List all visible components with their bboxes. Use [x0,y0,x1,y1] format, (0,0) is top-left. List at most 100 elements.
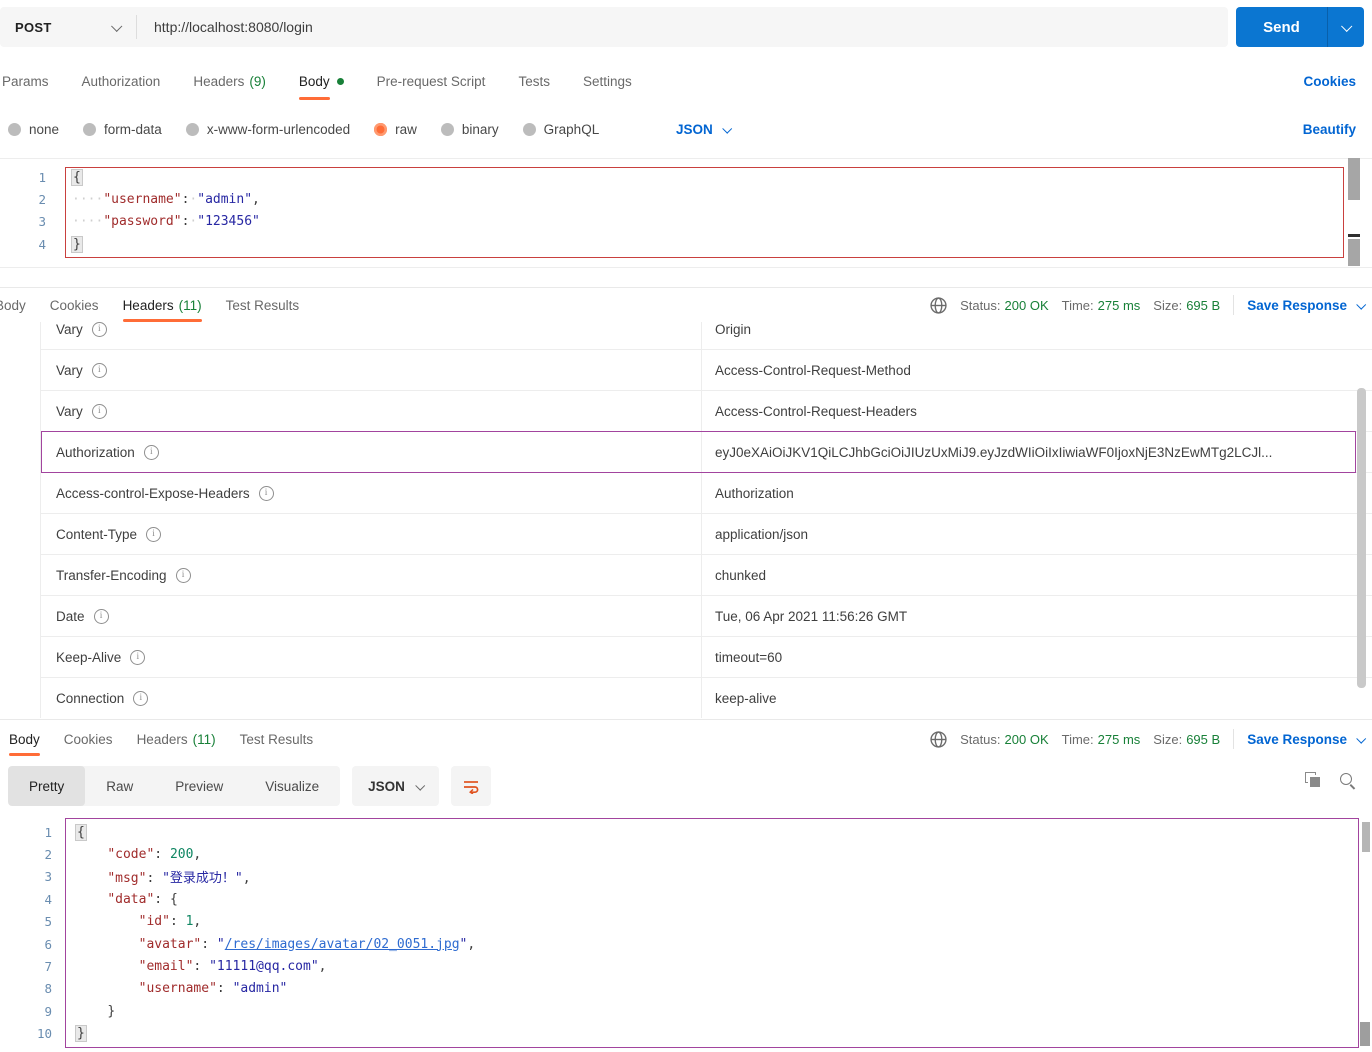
body-type-graphql[interactable]: GraphQL [522,122,599,137]
info-icon[interactable]: i [146,526,162,542]
send-options-button[interactable] [1328,20,1364,32]
radio-icon [83,122,97,136]
code-line: 8 "username": "admin" [0,978,1372,1000]
code-line: 5 "id": 1, [0,911,1372,933]
divider [1233,729,1235,749]
tab-test-results[interactable]: Test Results [226,288,300,322]
code-line: 2 "code": 200, [0,843,1372,865]
status-value: Status: 200 OK [960,297,1049,313]
code-line: 1{ [0,166,1372,188]
header-value: Access-Control-Request-Method [701,350,1372,390]
info-icon[interactable]: i [91,403,107,419]
tab-settings[interactable]: Settings [583,62,632,100]
code-line: 9 } [0,1000,1372,1022]
header-value: Access-Control-Request-Headers [701,391,1372,431]
send-label: Send [1263,18,1300,36]
line-number: 4 [44,891,52,907]
radio-icon [440,122,454,136]
wrap-lines-button[interactable] [450,766,491,806]
body-type-x-www-form-urlencoded[interactable]: x-www-form-urlencoded [185,122,350,137]
tab-tests[interactable]: Tests [518,62,550,100]
header-row: Vary i Access-Control-Request-Method [41,350,1372,391]
tab-pre-request-script[interactable]: Pre-request Script [377,62,486,100]
url-field: POST [0,7,1228,47]
header-row: Keep-Alive i timeout=60 [41,637,1372,678]
tab-headers[interactable]: Headers (11) [137,722,216,756]
url-input[interactable] [137,7,1228,47]
info-icon[interactable]: i [91,362,107,378]
wrap-lines-icon [463,781,479,794]
line-number: 4 [38,236,46,252]
response-view-toolbar: Pretty Raw Preview Visualize JSON [8,766,491,806]
info-icon[interactable]: i [133,690,149,706]
tab-cookies[interactable]: Cookies [64,722,113,756]
time-value: Time: 275 ms [1061,731,1141,747]
copy-icon[interactable] [1305,772,1323,790]
tab-authorization[interactable]: Authorization [82,62,161,100]
header-key: Vary i [41,322,701,337]
header-row: Content-Type i application/json [41,514,1372,555]
radio-icon [8,122,21,136]
header-row: Authorization i eyJ0eXAiOiJKV1QiLCJhbGciOi… [41,431,1372,473]
header-value: eyJ0eXAiOiJKV1QiLCJhbGciOiJIUzUxMiJ9.eyJ… [701,432,1372,472]
size-value: Size: 695 B [1153,731,1221,747]
response-body-editor[interactable]: 1{2 "code": 200, 3 "msg": "登录成功！", 4 "data… [0,815,1372,1052]
header-row: Access-control-Expose-Headers i Authorizat… [41,473,1372,514]
header-key: Access-control-Expose-Headers i [41,485,701,501]
save-response-button[interactable]: Save Response [1247,298,1367,313]
table-scrollbar-thumb[interactable] [1357,388,1366,688]
body-type-form-data[interactable]: form-data [83,122,162,137]
beautify-link[interactable]: Beautify [1303,113,1356,145]
request-body-editor[interactable]: 1{2 ····"username":·"admin", 3 ····"passwor… [0,158,1372,268]
send-button[interactable]: Send [1236,7,1364,47]
language-label: JSON [368,778,405,794]
header-row: Vary i Origin [41,322,1372,350]
line-number: 6 [44,936,52,952]
info-icon[interactable]: i [258,485,274,501]
status-value: Status: 200 OK [960,731,1049,747]
tab-params[interactable]: Params [2,62,49,100]
response-language-select[interactable]: JSON [352,766,439,806]
view-mode-visualize[interactable]: Visualize [244,766,340,806]
header-value: application/json [701,514,1372,554]
method-select[interactable]: POST [0,7,136,47]
line-number: 2 [38,192,46,208]
search-icon[interactable] [1339,772,1357,790]
body-type-binary[interactable]: binary [440,122,499,137]
view-mode-preview[interactable]: Preview [154,766,244,806]
response-actions [1305,772,1357,790]
info-icon[interactable]: i [175,567,191,583]
request-tabs: Params Authorization Headers (9) Body Pre-req… [2,62,632,100]
line-number: 3 [38,214,46,230]
raw-language-select[interactable]: JSON [668,113,732,145]
info-icon[interactable]: i [93,608,109,624]
save-response-button[interactable]: Save Response [1247,732,1367,747]
tab-headers[interactable]: Headers (9) [193,62,266,100]
tab-cookies[interactable]: Cookies [50,288,99,322]
chevron-down-icon [1356,733,1367,744]
header-value: chunked [701,555,1372,595]
tab-body[interactable]: Body [9,722,40,756]
header-value: Tue, 06 Apr 2021 11:56:26 GMT [701,596,1372,636]
unsaved-dot [336,77,344,85]
header-value: keep-alive [701,678,1372,718]
cookies-link[interactable]: Cookies [1303,62,1356,100]
line-number: 3 [44,869,52,885]
info-icon[interactable]: i [91,322,107,337]
line-number: 8 [44,981,52,997]
body-type-raw[interactable]: raw [374,122,417,137]
language-label: JSON [676,121,713,137]
tab-headers[interactable]: Headers (11) [122,288,202,322]
tab-body[interactable]: Body [298,62,344,100]
info-icon[interactable]: i [130,649,146,665]
view-mode-pretty[interactable]: Pretty [8,766,86,806]
tab-test-results[interactable]: Test Results [240,722,314,756]
tab-body[interactable]: Body [0,288,26,322]
line-number: 7 [44,959,52,975]
body-type-none[interactable]: none [8,122,59,137]
info-icon[interactable]: i [143,444,159,460]
header-key: Vary i [41,403,701,419]
view-mode-raw[interactable]: Raw [85,766,154,806]
code-line: 1{ [0,821,1372,843]
response-status-bar: Status: 200 OK Time: 275 ms Size: 695 B Sav… [930,288,1367,322]
